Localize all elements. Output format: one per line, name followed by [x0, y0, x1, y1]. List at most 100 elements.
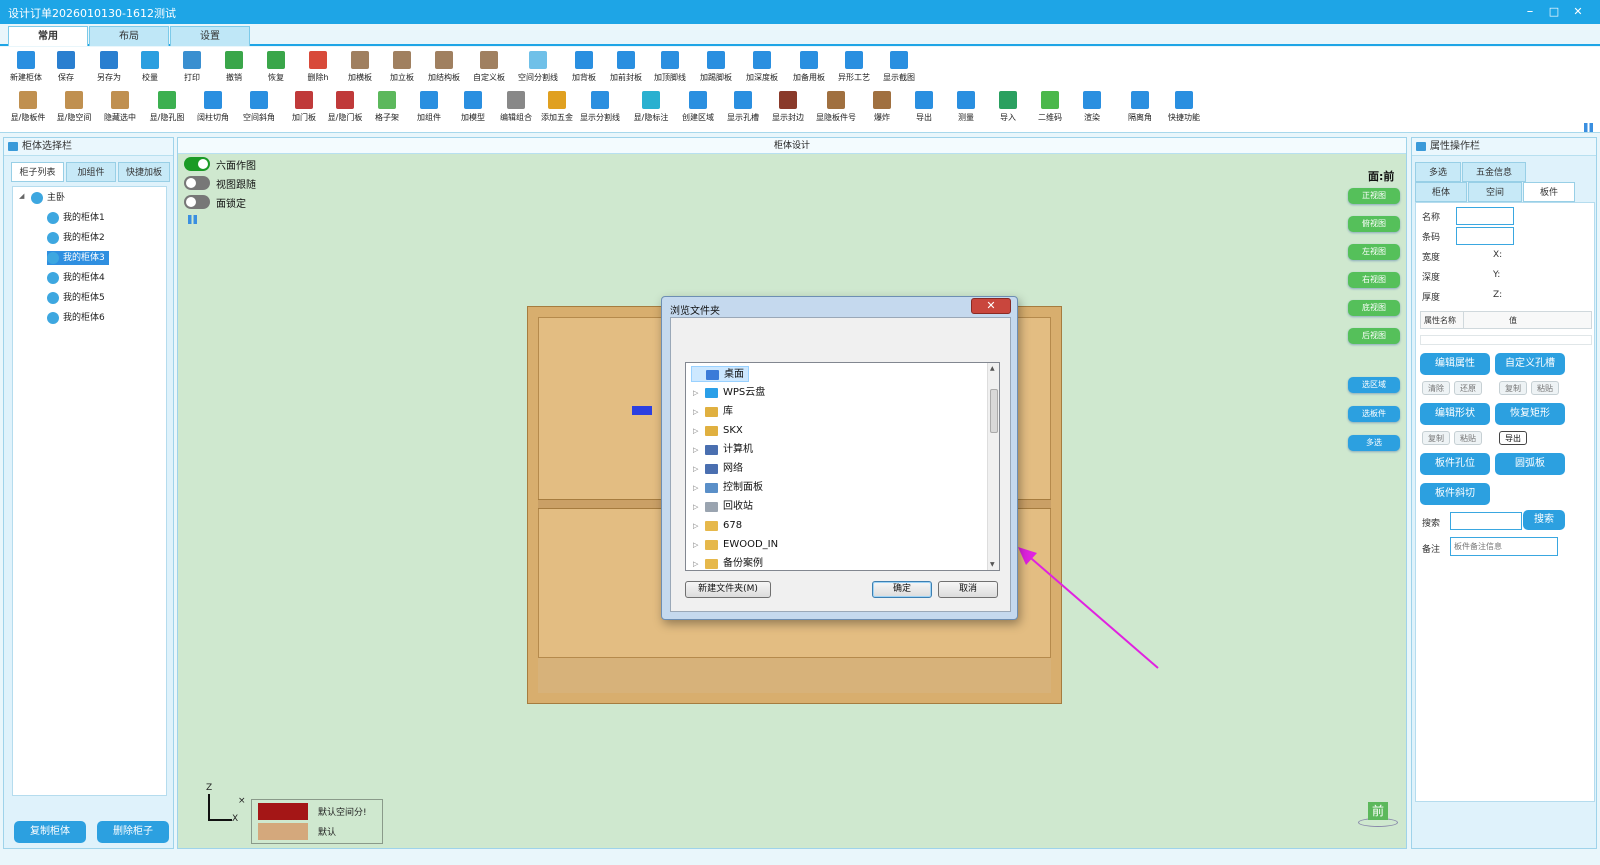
folder-item[interactable]: ▷ 678 — [691, 518, 742, 534]
front-view-button[interactable]: 正视图 — [1348, 188, 1400, 204]
cabinet-list-item[interactable]: 我的柜体3 — [47, 251, 109, 265]
paste-shape-button[interactable]: 粘贴 — [1454, 431, 1482, 445]
toolbar-button-toolbar_row2-11[interactable]: 编辑组合 — [494, 91, 538, 123]
expand-icon[interactable]: ▷ — [693, 461, 698, 477]
barcode-input[interactable] — [1456, 227, 1514, 245]
tab-cabinet-list[interactable]: 柜子列表 — [11, 162, 64, 182]
folder-item[interactable]: 桌面 — [691, 366, 749, 382]
restore-button[interactable]: 还原 — [1454, 381, 1482, 395]
back-view-button[interactable]: 后视图 — [1348, 328, 1400, 344]
toolbar-button-toolbar_row2-13[interactable]: 显示分割线 — [578, 91, 622, 123]
arc-board-button[interactable]: 圆弧板 — [1495, 453, 1565, 475]
front-view-cube[interactable]: 前 — [1358, 802, 1398, 828]
new-folder-button[interactable]: 新建文件夹(M) — [685, 581, 771, 598]
board-bevel-button[interactable]: 板件斜切 — [1420, 483, 1490, 505]
cancel-button[interactable]: 取消 — [938, 581, 998, 598]
toolbar-button-toolbar_row1-4[interactable]: 打印 — [170, 51, 214, 83]
copy-hole-button[interactable]: 复制 — [1499, 381, 1527, 395]
tree-collapse-icon[interactable]: ◢ — [19, 192, 24, 200]
toolbar-button-toolbar_row1-5[interactable]: 撤销 — [212, 51, 256, 83]
ok-button[interactable]: 确定 — [872, 581, 932, 598]
toolbar-button-toolbar_row2-26[interactable]: 快捷功能 — [1162, 91, 1206, 123]
copy-cabinet-button[interactable]: 复制柜体 — [14, 821, 86, 843]
tab-add-component[interactable]: 加组件 — [66, 162, 116, 182]
toolbar-button-toolbar_row2-21[interactable]: 测量 — [944, 91, 988, 123]
folder-item[interactable]: ▷ 计算机 — [691, 442, 753, 458]
expand-icon[interactable]: ▷ — [693, 556, 698, 572]
toolbar-button-toolbar_row2-16[interactable]: 显示孔槽 — [721, 91, 765, 123]
folder-scrollbar[interactable]: ▲ ▼ — [987, 363, 999, 570]
tab-multi-select[interactable]: 多选 — [1415, 162, 1461, 182]
expand-icon[interactable]: ▷ — [693, 480, 698, 496]
delete-cabinet-button[interactable]: 删除柜子 — [97, 821, 169, 843]
face-lock-toggle[interactable] — [184, 195, 210, 209]
toolbar-button-toolbar_row2-17[interactable]: 显示封边 — [766, 91, 810, 123]
folder-item[interactable]: ▷ 控制面板 — [691, 480, 763, 496]
tab-layout[interactable]: 布局 — [89, 26, 169, 46]
close-button[interactable]: ✕ — [1567, 3, 1589, 21]
expand-icon[interactable]: ▷ — [693, 404, 698, 420]
select-board-button[interactable]: 选板件 — [1348, 406, 1400, 422]
cabinet-list-item[interactable]: 我的柜体1 — [47, 211, 105, 225]
toolbar-button-toolbar_row1-8[interactable]: 加横板 — [338, 51, 382, 83]
scrollbar-thumb[interactable] — [990, 389, 998, 433]
name-input[interactable] — [1456, 207, 1514, 225]
expand-icon[interactable]: ▷ — [693, 442, 698, 458]
toolbar-button-toolbar_row1-11[interactable]: 自定义板 — [467, 51, 511, 83]
toolbar-button-toolbar_row1-16[interactable]: 加踢脚板 — [694, 51, 738, 83]
edit-shape-button[interactable]: 编辑形状 — [1420, 403, 1490, 425]
tree-root[interactable]: 主卧 — [31, 191, 65, 205]
toolbar-button-toolbar_row1-19[interactable]: 异形工艺 — [832, 51, 876, 83]
six-face-toggle[interactable] — [184, 157, 210, 171]
toolbar-button-toolbar_row2-4[interactable]: 阔柱切角 — [191, 91, 235, 123]
bottom-view-button[interactable]: 底视图 — [1348, 300, 1400, 316]
toolbar-button-toolbar_row1-6[interactable]: 恢复 — [254, 51, 298, 83]
folder-item[interactable]: ▷ 备份案例 — [691, 556, 763, 572]
multi-select-button[interactable]: 多选 — [1348, 435, 1400, 451]
right-view-button[interactable]: 右视图 — [1348, 272, 1400, 288]
toolbar-button-toolbar_row2-14[interactable]: 显/隐标注 — [629, 91, 673, 123]
toolbar-button-toolbar_row2-24[interactable]: 渲染 — [1070, 91, 1114, 123]
expand-icon[interactable]: ▷ — [693, 423, 698, 439]
cabinet-list-item[interactable]: 我的柜体6 — [47, 311, 105, 325]
toolbar-button-toolbar_row1-2[interactable]: 另存为 — [87, 51, 131, 83]
toolbar-button-toolbar_row2-0[interactable]: 显/隐板件 — [6, 91, 50, 123]
toolbar-button-toolbar_row1-15[interactable]: 加顶脚线 — [648, 51, 692, 83]
toolbar-button-toolbar_row1-17[interactable]: 加深度板 — [740, 51, 784, 83]
copy-shape-button[interactable]: 复制 — [1422, 431, 1450, 445]
toolbar-button-toolbar_row1-10[interactable]: 加结构板 — [422, 51, 466, 83]
toolbar-button-toolbar_row2-15[interactable]: 创建区域 — [676, 91, 720, 123]
expand-icon[interactable]: ▷ — [693, 537, 698, 553]
folder-item[interactable]: ▷ 网络 — [691, 461, 743, 477]
layout-grid-icon[interactable] — [1584, 123, 1593, 132]
toolbar-button-toolbar_row2-10[interactable]: 加模型 — [451, 91, 495, 123]
toolbar-button-toolbar_row2-7[interactable]: 显/隐门板 — [323, 91, 367, 123]
note-input[interactable] — [1450, 537, 1558, 556]
edit-attribute-button[interactable]: 编辑属性 — [1420, 353, 1490, 375]
tab-quick-board[interactable]: 快捷加板 — [118, 162, 170, 182]
toolbar-button-toolbar_row1-14[interactable]: 加前封板 — [604, 51, 648, 83]
toolbar-button-toolbar_row2-1[interactable]: 显/隐空间 — [52, 91, 96, 123]
cabinet-list-item[interactable]: 我的柜体5 — [47, 291, 105, 305]
tab-cabinet[interactable]: 柜体 — [1415, 182, 1467, 202]
toolbar-button-toolbar_row2-2[interactable]: 隐藏选中 — [98, 91, 142, 123]
top-view-button[interactable]: 俯视图 — [1348, 216, 1400, 232]
paste-hole-button[interactable]: 粘贴 — [1531, 381, 1559, 395]
restore-rect-button[interactable]: 恢复矩形 — [1495, 403, 1565, 425]
tab-settings[interactable]: 设置 — [170, 26, 250, 46]
tab-board[interactable]: 板件 — [1523, 182, 1575, 202]
toolbar-button-toolbar_row2-19[interactable]: 爆炸 — [860, 91, 904, 123]
toolbar-button-toolbar_row1-0[interactable]: 新建柜体 — [4, 51, 48, 83]
toolbar-button-toolbar_row1-3[interactable]: 校量 — [128, 51, 172, 83]
expand-icon[interactable]: ▷ — [693, 385, 698, 401]
toolbar-button-toolbar_row2-12[interactable]: 添加五金 — [535, 91, 579, 123]
view-follow-toggle[interactable] — [184, 176, 210, 190]
folder-tree[interactable]: 桌面 ▷ WPS云盘 ▷ 库 ▷ SKX ▷ 计算机 ▷ 网络 ▷ 控制面板 ▷ 回收站 ▷ 678 ▷ EWOOD… — [685, 362, 1000, 571]
toolbar-button-toolbar_row2-25[interactable]: 隔离角 — [1118, 91, 1162, 123]
toolbar-button-toolbar_row2-20[interactable]: 导出 — [902, 91, 946, 123]
expand-icon[interactable]: ▷ — [693, 499, 698, 515]
cabinet-list-item[interactable]: 我的柜体2 — [47, 231, 105, 245]
toolbar-button-toolbar_row2-23[interactable]: 二维码 — [1028, 91, 1072, 123]
toolbar-button-toolbar_row1-9[interactable]: 加立板 — [380, 51, 424, 83]
toolbar-button-toolbar_row1-13[interactable]: 加背板 — [562, 51, 606, 83]
